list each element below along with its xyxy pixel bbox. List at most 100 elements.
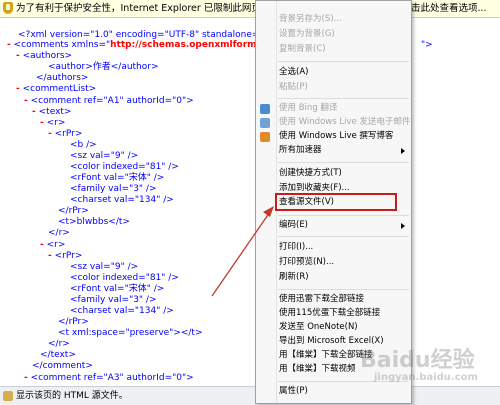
- submenu-arrow-icon: [401, 223, 405, 229]
- menu-item-label: 使用 Windows Live 撰写博客: [279, 131, 394, 141]
- collapse-toggle[interactable]: -: [48, 129, 52, 139]
- comment-a1-line: - <comment ref="A1" authorId="0">: [24, 96, 194, 107]
- menu-separator: [278, 162, 409, 163]
- commentlist-open-tag: <commentList>: [22, 84, 97, 94]
- menu-item-label: 创建快捷方式(T): [279, 168, 342, 178]
- rpr-close-tag-2: </rPr>: [58, 317, 89, 327]
- collapse-toggle[interactable]: -: [48, 251, 52, 261]
- authors-close-tag: </authors>: [36, 73, 89, 83]
- r-line: - <r>: [40, 118, 65, 129]
- comments-tag-end: ">: [421, 40, 433, 50]
- menu-item-label: 属性(P): [279, 386, 308, 396]
- status-text: 显示该页的 HTML 源文件。: [16, 391, 128, 401]
- comments-namespace: http://schemas.openxmlformat: [110, 40, 267, 50]
- r-line-2: - <r>: [40, 240, 65, 251]
- menu-item-select-all[interactable]: 全选(A): [256, 66, 411, 79]
- menu-item-live-blog[interactable]: 使用 Windows Live 撰写博客: [256, 130, 411, 143]
- menu-item-xunlei-download[interactable]: 使用迅雷下载全部链接: [256, 293, 411, 306]
- authors-line: - <authors>: [16, 51, 72, 62]
- xml-document-view: <?xml version="1.0" encoding="UTF-8" sta…: [0, 18, 500, 386]
- color-tag: <color indexed="81" />: [70, 162, 179, 172]
- collapse-toggle[interactable]: -: [7, 40, 11, 50]
- rpr-line: - <rPr>: [48, 129, 82, 140]
- watermark-url: jingyan.baidu.com: [374, 372, 478, 383]
- blog-icon: [260, 132, 270, 142]
- b-tag: <b />: [70, 140, 97, 150]
- collapse-toggle[interactable]: -: [24, 96, 28, 106]
- menu-item-label: 使用 Windows Live 发送电子邮件: [279, 117, 411, 127]
- menu-item-label: 设置为背景(G): [279, 29, 335, 39]
- menu-item-save-background[interactable]: 背景另存为(S)...: [256, 13, 411, 26]
- collapse-toggle[interactable]: -: [32, 107, 36, 117]
- shield-warning-icon: [3, 2, 13, 14]
- t-blwbbs: <t>blwbbs</t>: [58, 217, 130, 227]
- family-tag: <family val="3" />: [70, 184, 157, 194]
- menu-item-label: 全选(A): [279, 67, 309, 77]
- r-close-tag-2: </r>: [48, 339, 70, 349]
- text-open-tag: <text>: [38, 107, 72, 117]
- comment-a3-open-tag: <comment ref="A3" authorId="0">: [30, 373, 194, 383]
- comment-a3-line: - <comment ref="A3" authorId="0">: [24, 373, 194, 384]
- text-close-tag: </text>: [40, 350, 76, 360]
- text-line: - <text>: [32, 107, 71, 118]
- menu-item-paste[interactable]: 粘贴(P): [256, 81, 411, 94]
- collapse-toggle[interactable]: -: [16, 84, 20, 94]
- menu-item-label: 编码(E): [279, 220, 309, 230]
- menu-item-label: 使用 Bing 翻译: [279, 103, 338, 113]
- menu-item-label: 复制背景(C): [279, 44, 326, 54]
- security-info-bar[interactable]: 为了有利于保护安全性，Internet Explorer 已限制此网页运行可以访…: [0, 0, 500, 18]
- r-close-tag: </r>: [48, 228, 70, 238]
- family-tag-2: <family val="3" />: [70, 295, 157, 305]
- menu-item-create-shortcut[interactable]: 创建快捷方式(T): [256, 167, 411, 180]
- menu-item-accelerators[interactable]: 所有加速器: [256, 144, 411, 157]
- menu-item-live-email[interactable]: 使用 Windows Live 发送电子邮件: [256, 116, 411, 129]
- menu-item-label: 使用迅雷下载全部链接: [279, 294, 365, 304]
- charset-tag: <charset val="134" />: [70, 195, 174, 205]
- menu-item-label: 粘贴(P): [279, 82, 308, 92]
- menu-item-label: 打印(I)...: [279, 242, 314, 252]
- comment-close-tag: </comment>: [32, 361, 93, 371]
- bing-icon: [260, 104, 270, 114]
- menu-item-bing-translate[interactable]: 使用 Bing 翻译: [256, 102, 411, 115]
- r-open-tag: <r>: [46, 240, 66, 250]
- menu-item-115-download[interactable]: 使用115优蛋下载全部链接: [256, 307, 411, 320]
- watermark-text: Baidu经验: [360, 348, 475, 373]
- charset-tag-2: <charset val="134" />: [70, 306, 174, 316]
- menu-item-send-onenote[interactable]: 发送至 OneNote(N): [256, 321, 411, 334]
- authors-open-tag: <authors>: [22, 51, 73, 61]
- menu-item-set-background[interactable]: 设置为背景(G): [256, 28, 411, 41]
- info-bar-options-link[interactable]: 击此处查看选项...: [411, 0, 487, 17]
- collapse-toggle[interactable]: -: [40, 240, 44, 250]
- collapse-toggle[interactable]: -: [40, 118, 44, 128]
- page-icon: [3, 391, 13, 401]
- collapse-toggle[interactable]: -: [24, 373, 28, 383]
- menu-separator: [278, 61, 409, 62]
- rpr-open-tag: <rPr>: [54, 251, 83, 261]
- menu-item-print-preview[interactable]: 打印预览(N)...: [256, 256, 411, 269]
- menu-item-label: 使用115优蛋下载全部链接: [279, 308, 381, 318]
- author-line: <author>作者</author>: [48, 62, 159, 72]
- menu-item-print[interactable]: 打印(I)...: [256, 241, 411, 254]
- menu-item-copy-background[interactable]: 复制背景(C): [256, 43, 411, 56]
- rpr-close-tag: </rPr>: [58, 206, 89, 216]
- collapse-toggle[interactable]: -: [16, 51, 20, 61]
- menu-item-refresh[interactable]: 刷新(R): [256, 271, 411, 284]
- email-icon: [260, 118, 270, 128]
- menu-separator: [278, 289, 409, 290]
- menu-item-label: 刷新(R): [279, 272, 309, 282]
- menu-separator: [278, 215, 409, 216]
- rpr-line-2: - <rPr>: [48, 251, 82, 262]
- t-preserve: <t xml:space="preserve"></t>: [58, 328, 203, 338]
- commentlist-line: - <commentList>: [16, 84, 96, 95]
- menu-item-label: 发送至 OneNote(N): [279, 322, 358, 332]
- watermark-logo: Baidu经验 jingyan.baidu.com: [330, 336, 500, 396]
- menu-item-label: 打印预览(N)...: [279, 257, 335, 267]
- color-tag-2: <color indexed="81" />: [70, 273, 179, 283]
- rfont-tag: <rFont val="宋体" />: [70, 173, 165, 183]
- r-open-tag: <r>: [46, 118, 66, 128]
- comments-element-line: - <comments xmlns="http://schemas.openxm…: [7, 40, 267, 51]
- menu-item-label: 所有加速器: [279, 145, 322, 155]
- menu-item-encoding[interactable]: 编码(E): [256, 219, 411, 232]
- menu-item-label: 背景另存为(S)...: [279, 14, 342, 24]
- menu-separator: [278, 98, 409, 99]
